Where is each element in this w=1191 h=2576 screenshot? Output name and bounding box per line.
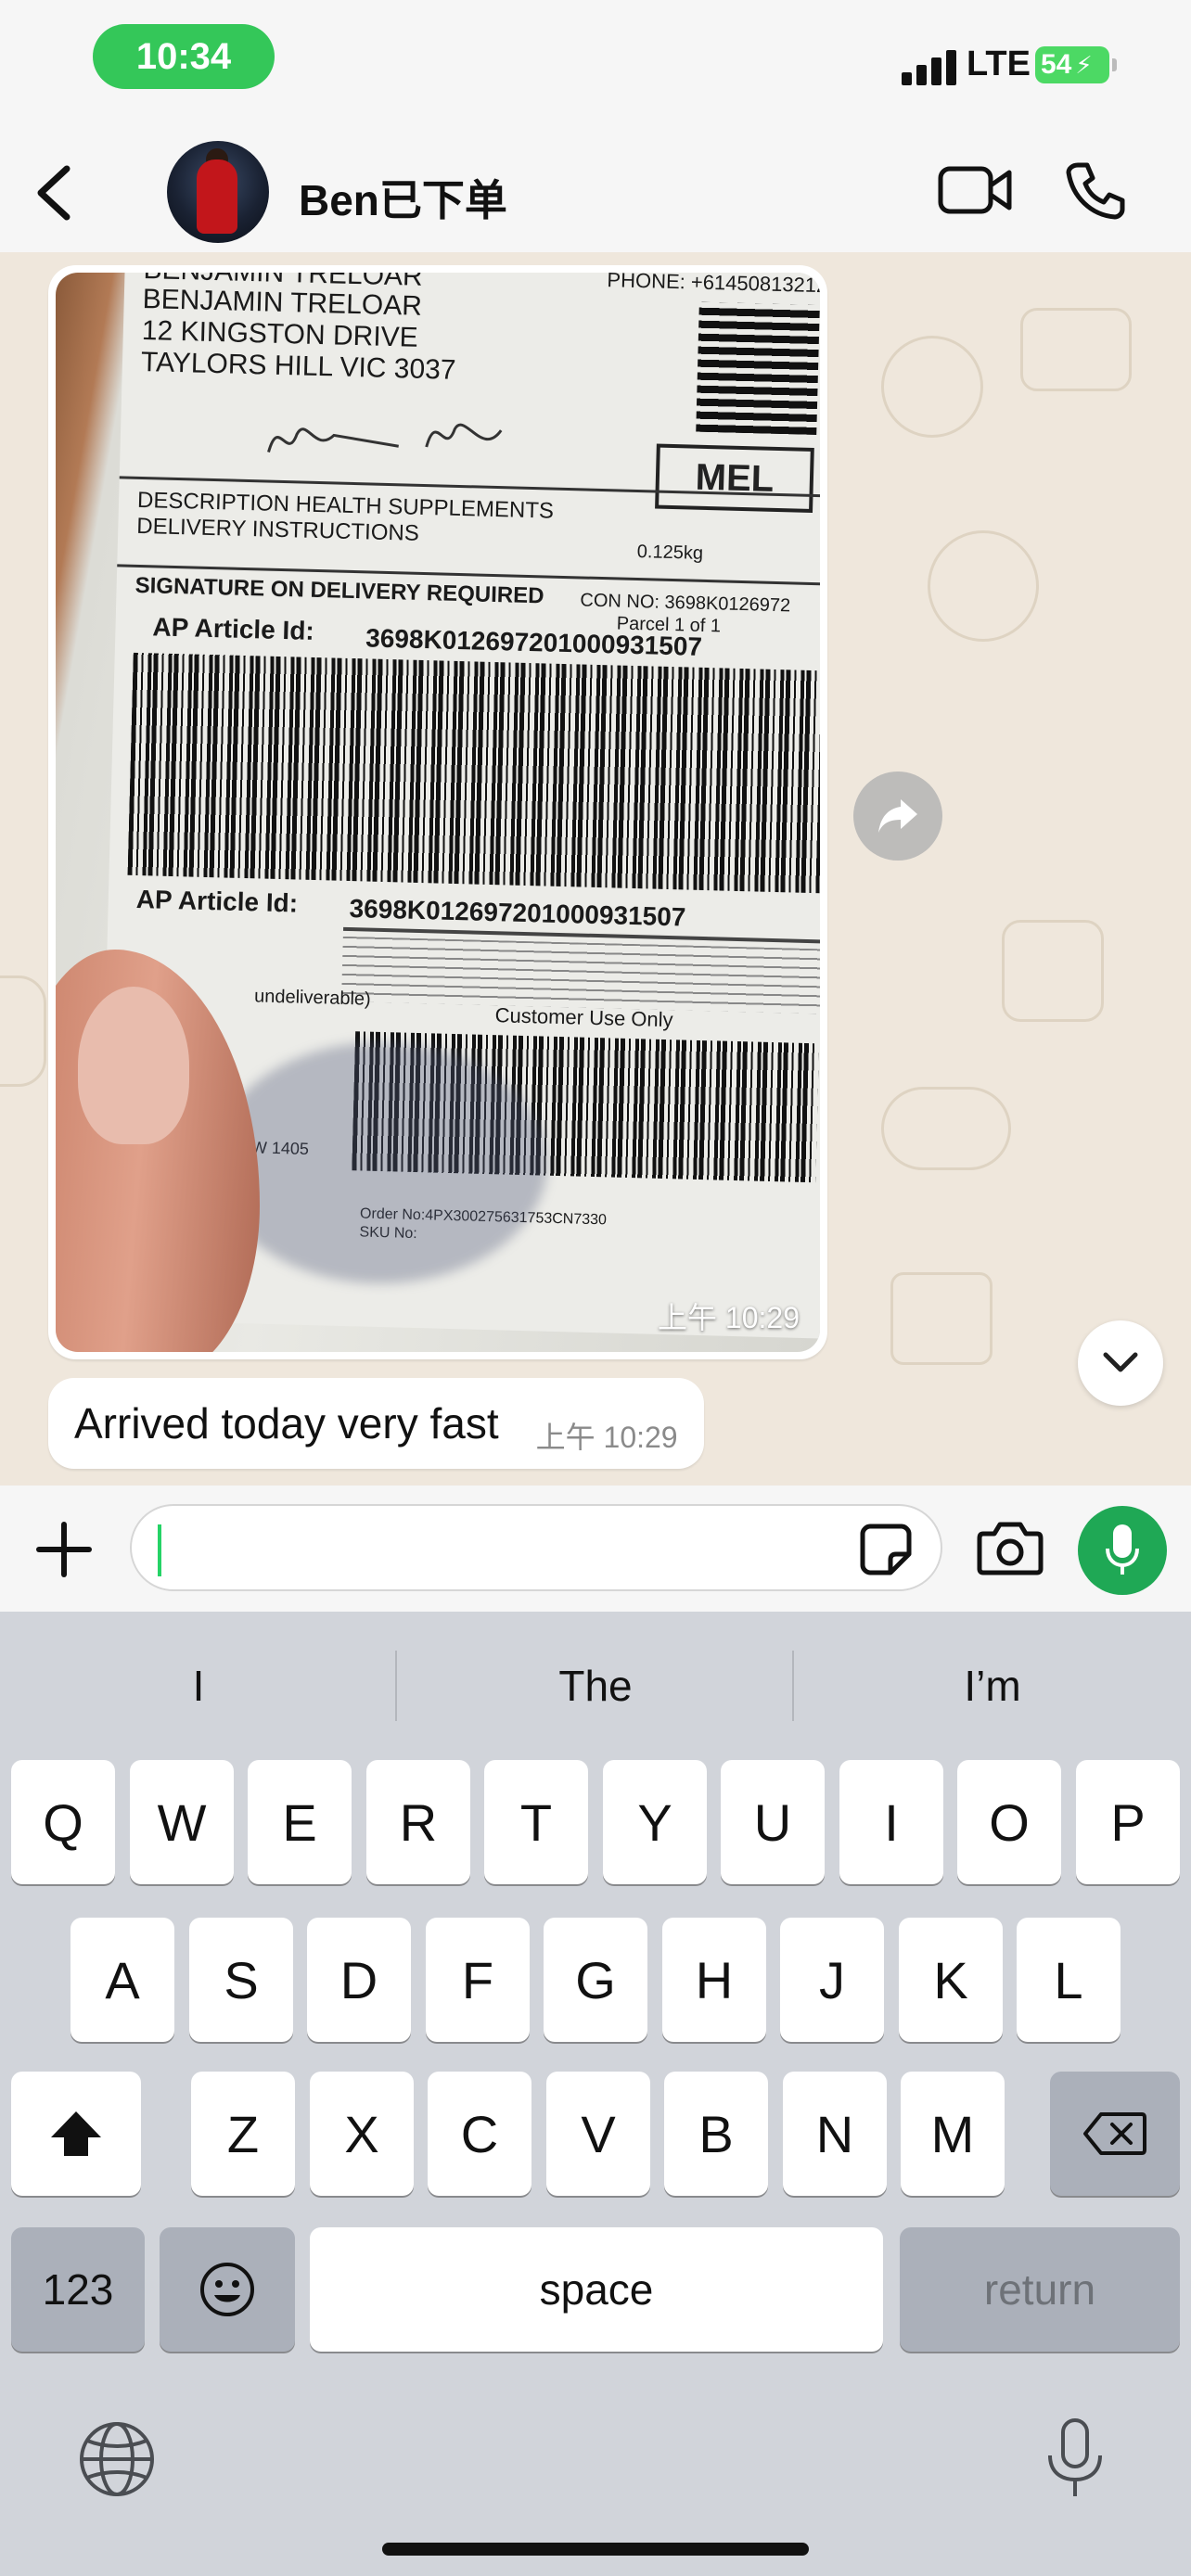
label-phone: PHONE: +61450813212 — [607, 273, 820, 298]
chevron-down-icon — [1103, 1352, 1138, 1372]
key-u[interactable]: U — [721, 1760, 825, 1884]
label-weight: 0.125kg — [636, 542, 704, 564]
photo-shadow — [213, 1042, 547, 1283]
delete-key[interactable] — [1050, 2072, 1180, 2196]
back-chevron-icon[interactable] — [30, 163, 80, 223]
emoji-key[interactable] — [160, 2227, 295, 2352]
space-key[interactable]: space — [310, 2227, 883, 2352]
wallpaper-doodle — [881, 336, 983, 438]
return-key[interactable]: return — [900, 2227, 1180, 2352]
text-caret — [158, 1524, 161, 1576]
key-l[interactable]: L — [1017, 1918, 1121, 2042]
key-c[interactable]: C — [428, 2072, 531, 2196]
key-i[interactable]: I — [839, 1760, 943, 1884]
key-h[interactable]: H — [662, 1918, 766, 2042]
key-y[interactable]: Y — [603, 1760, 707, 1884]
voice-message-button[interactable] — [1078, 1506, 1167, 1595]
barcode — [127, 652, 820, 894]
key-r[interactable]: R — [366, 1760, 470, 1884]
message-composer — [0, 1486, 1191, 1612]
wallpaper-doodle — [928, 530, 1039, 642]
forward-button[interactable] — [853, 772, 942, 861]
key-d[interactable]: D — [307, 1918, 411, 2042]
key-e[interactable]: E — [248, 1760, 352, 1884]
label-con-no: CON NO: 3698K0126972 — [580, 590, 791, 617]
suggestion-2[interactable]: The — [397, 1612, 794, 1760]
key-z[interactable]: Z — [191, 2072, 295, 2196]
key-k[interactable]: K — [899, 1918, 1003, 2042]
key-a[interactable]: A — [70, 1918, 174, 2042]
status-time[interactable]: 10:34 — [93, 24, 275, 89]
microphone-icon — [1106, 1524, 1139, 1575]
key-o[interactable]: O — [957, 1760, 1061, 1884]
label-undeliverable: undeliverable) — [253, 986, 372, 1010]
key-q[interactable]: Q — [11, 1760, 115, 1884]
globe-icon[interactable] — [78, 2420, 156, 2498]
text-message-bubble[interactable]: Arrived today very fast 上午 10:29 — [48, 1378, 704, 1469]
contact-avatar[interactable] — [167, 141, 269, 243]
wallpaper-doodle — [1002, 920, 1104, 1022]
shipping-label-photo[interactable]: BENJAMIN TRELOAR BENJAMIN TRELOAR 12 KIN… — [56, 273, 820, 1352]
label-customer-use: Customer Use Only — [494, 1003, 673, 1032]
charging-bolt-icon: ⚡ — [1075, 50, 1093, 79]
battery-icon: 54 ⚡ — [1035, 46, 1117, 83]
key-j[interactable]: J — [780, 1918, 884, 2042]
key-b[interactable]: B — [664, 2072, 768, 2196]
wallpaper-doodle — [890, 1272, 992, 1365]
key-x[interactable]: X — [310, 2072, 414, 2196]
scroll-to-bottom-button[interactable] — [1078, 1320, 1163, 1406]
label-article-id: 3698K012697201000931507 — [349, 894, 686, 932]
key-m[interactable]: M — [901, 2072, 1005, 2196]
chat-area[interactable]: BENJAMIN TRELOAR BENJAMIN TRELOAR 12 KIN… — [0, 252, 1191, 1486]
cellular-signal-icon — [902, 50, 957, 85]
suggestion-3[interactable]: I’m — [794, 1612, 1191, 1760]
key-p[interactable]: P — [1076, 1760, 1180, 1884]
key-w[interactable]: W — [130, 1760, 234, 1884]
key-s[interactable]: S — [189, 1918, 293, 2042]
shift-key[interactable] — [11, 2072, 141, 2196]
label-article-id-label: AP Article Id: — [135, 885, 299, 918]
sticker-icon[interactable] — [859, 1523, 913, 1576]
label-mel: MEL — [655, 443, 814, 513]
attach-plus-icon[interactable] — [33, 1519, 95, 1580]
battery-level: 54 — [1041, 49, 1072, 80]
video-call-icon[interactable] — [937, 163, 1013, 217]
home-indicator[interactable] — [382, 2543, 809, 2556]
qr-code — [696, 301, 820, 436]
status-bar: 10:34 LTE 54 ⚡ — [0, 0, 1191, 130]
key-n[interactable]: N — [783, 2072, 887, 2196]
numbers-key[interactable]: 123 — [11, 2227, 145, 2352]
contact-name[interactable]: Ben已下单 — [299, 167, 507, 228]
dictation-microphone-icon[interactable] — [1043, 2417, 1108, 2500]
suggestion-1[interactable]: I — [0, 1612, 397, 1760]
wallpaper-doodle — [1020, 308, 1132, 391]
key-f[interactable]: F — [426, 1918, 530, 2042]
key-g[interactable]: G — [544, 1918, 647, 2042]
network-type: LTE — [967, 45, 1031, 83]
key-t[interactable]: T — [484, 1760, 588, 1884]
forward-arrow-icon — [878, 799, 917, 833]
emoji-icon — [200, 2263, 254, 2316]
message-input[interactable] — [130, 1504, 942, 1591]
predictive-bar: I The I’m — [0, 1612, 1191, 1760]
handwritten-note — [267, 423, 503, 453]
message-timestamp: 上午 10:29 — [535, 1421, 678, 1454]
key-v[interactable]: V — [546, 2072, 650, 2196]
label-article-id-label: AP Article Id: — [152, 612, 315, 645]
camera-icon[interactable] — [976, 1521, 1044, 1576]
wallpaper-doodle — [881, 1087, 1011, 1170]
label-signature: SIGNATURE ON DELIVERY REQUIRED — [134, 572, 544, 609]
message-text: Arrived today very fast — [74, 1399, 499, 1447]
keyboard: I The I’m Q W E R T Y U I O P A S D F G … — [0, 1612, 1191, 2576]
image-timestamp: 上午 10:29 — [658, 1301, 800, 1334]
backspace-icon — [1083, 2112, 1146, 2155]
shift-arrow-icon — [51, 2111, 101, 2156]
label-fine-print — [341, 936, 820, 1014]
image-message-bubble[interactable]: BENJAMIN TRELOAR BENJAMIN TRELOAR 12 KIN… — [48, 265, 827, 1359]
wallpaper-doodle — [0, 976, 46, 1087]
chat-header: Ben已下单 — [0, 130, 1191, 252]
voice-call-icon[interactable] — [1065, 159, 1126, 221]
